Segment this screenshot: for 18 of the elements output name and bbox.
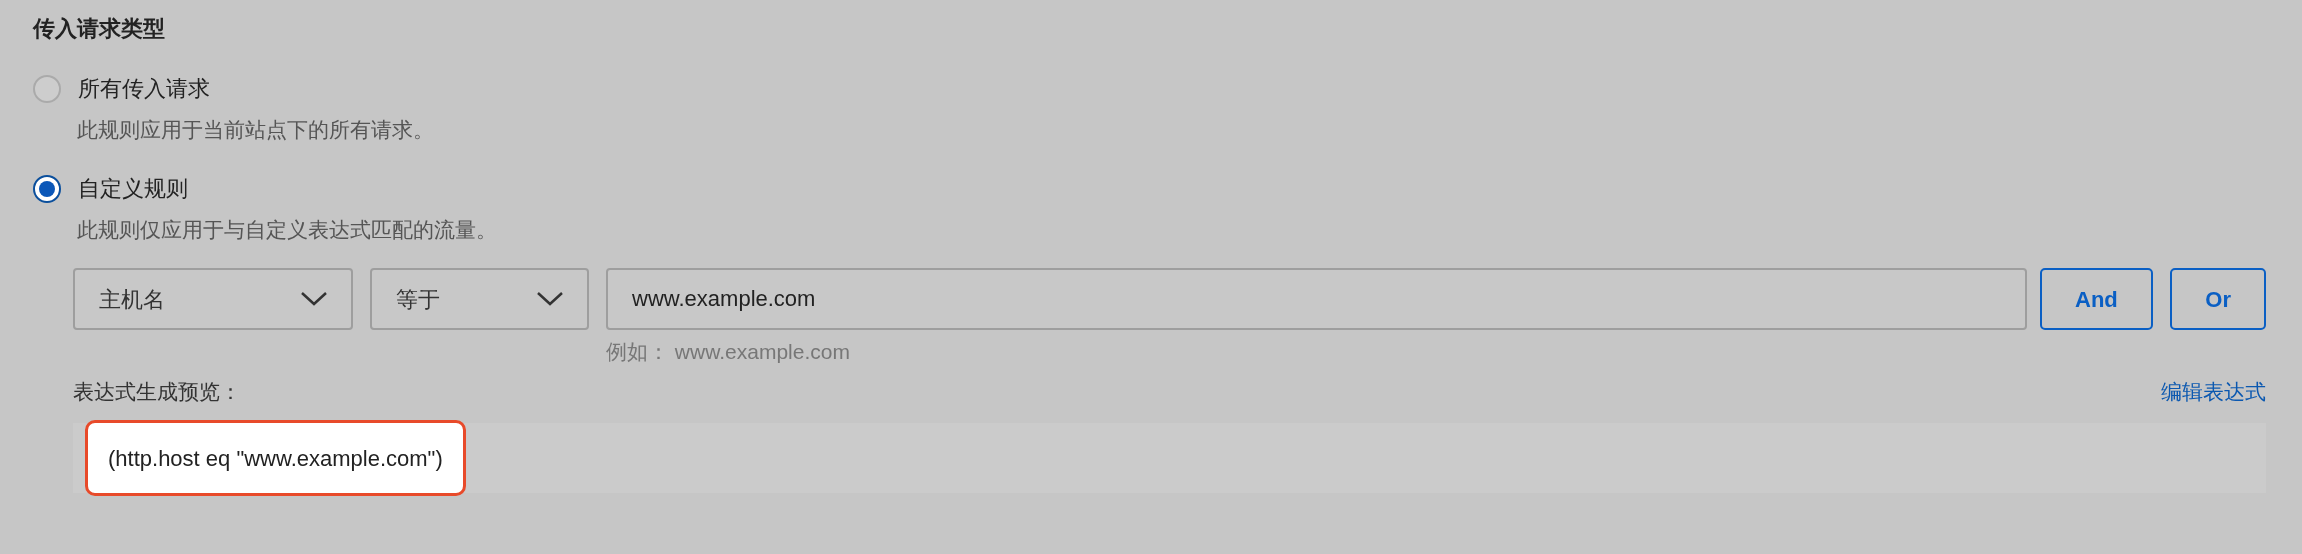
text-input-field[interactable]: www.example.com bbox=[606, 268, 2027, 330]
option-label: 所有传入请求 bbox=[78, 75, 210, 103]
dropdown[interactable]: 主机名 bbox=[73, 268, 354, 330]
logic-button[interactable]: And bbox=[2039, 268, 2154, 330]
dropdown[interactable]: 等于 bbox=[370, 268, 590, 330]
logic-button[interactable]: Or bbox=[2170, 268, 2266, 330]
option-label: 自定义规则 bbox=[78, 175, 188, 203]
option-description: 此规则应用于当前站点下的所有请求。 bbox=[77, 117, 435, 143]
chevron-down-icon bbox=[537, 292, 564, 306]
radio-button[interactable] bbox=[33, 75, 61, 103]
preview-label: 表达式生成预览： bbox=[73, 378, 241, 405]
option-description: 此规则仅应用于与自定义表达式匹配的流量。 bbox=[77, 217, 498, 243]
chevron-down-icon bbox=[301, 292, 328, 306]
edit-expression-link[interactable]: 编辑表达式 bbox=[2161, 375, 2266, 407]
section-title: 传入请求类型 bbox=[33, 15, 166, 43]
input-hint: 例如： www.example.com bbox=[606, 339, 851, 365]
expression-preview: (http.host eq "www.example.com") bbox=[85, 420, 466, 496]
radio-button[interactable] bbox=[33, 175, 61, 203]
